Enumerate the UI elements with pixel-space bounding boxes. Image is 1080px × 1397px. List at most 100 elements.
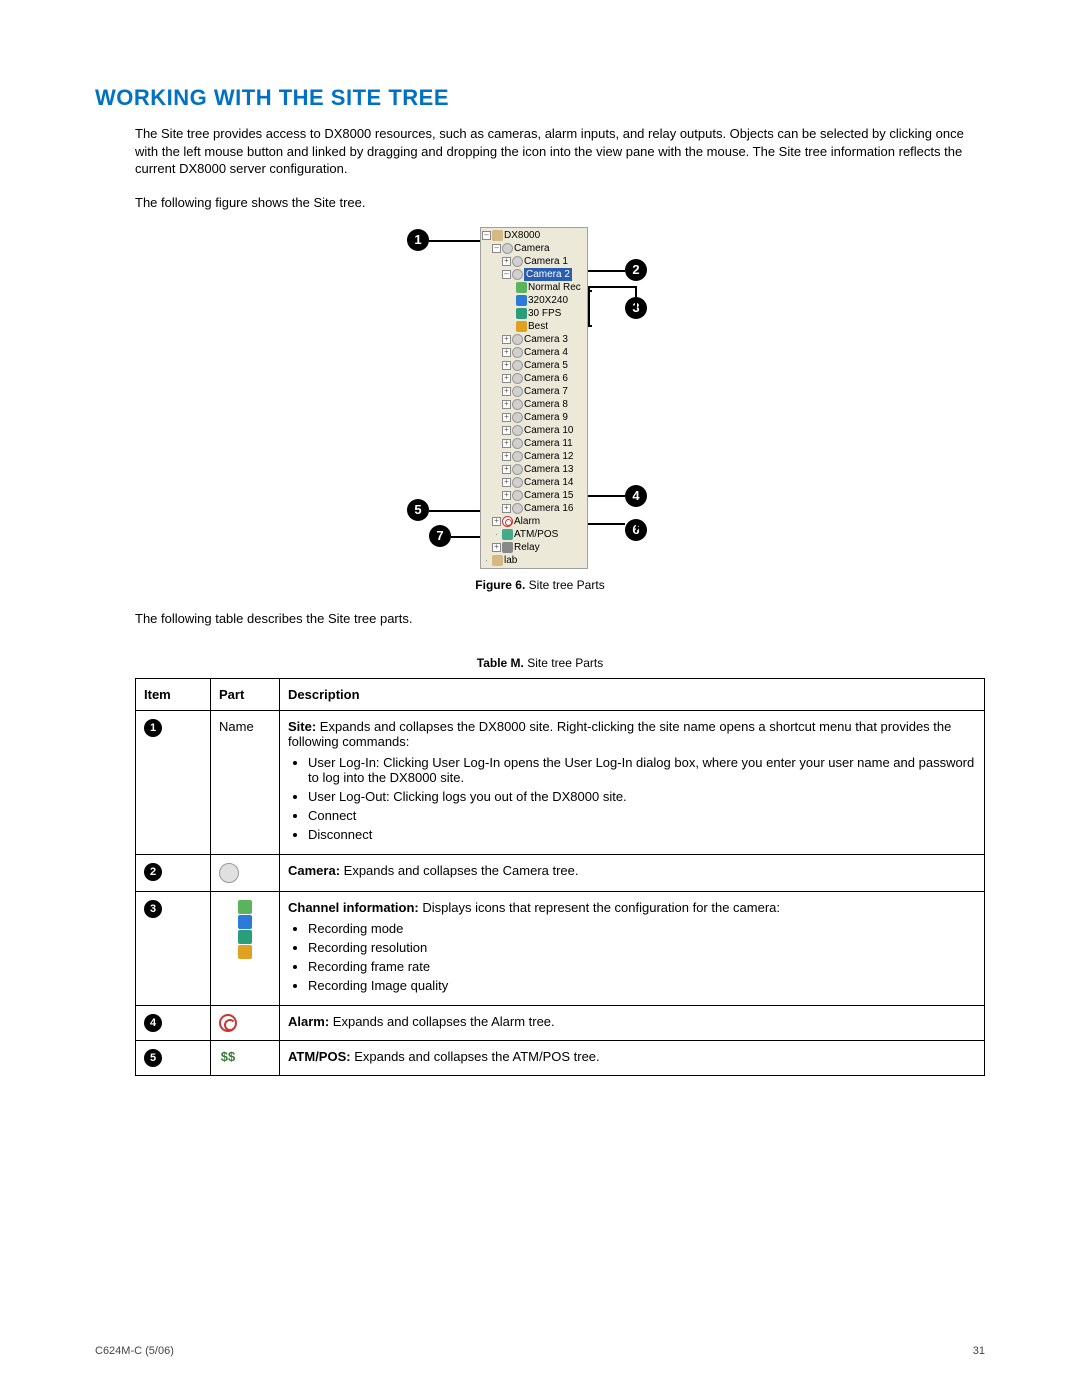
tree-node-relay: +Relay <box>482 541 586 554</box>
item-cell: 3 <box>136 891 211 1005</box>
tree-node-lab: ·lab <box>482 554 586 567</box>
desc-cell: Site: Expands and collapses the DX8000 s… <box>280 710 985 854</box>
camera-icon <box>512 347 523 358</box>
desc-cell: ATM/POS: Expands and collapses the ATM/P… <box>280 1040 985 1075</box>
desc-bullet-list: Recording mode Recording resolution Reco… <box>308 921 976 993</box>
desc-bullet-list: User Log-In: Clicking User Log-In opens … <box>308 755 976 842</box>
fps-icon <box>516 308 527 319</box>
tree-node-camera: +Camera 7 <box>482 385 586 398</box>
rec-mode-icon <box>238 900 252 914</box>
desc-bullet: Recording mode <box>308 921 976 936</box>
tree-node-camera: +Camera 3 <box>482 333 586 346</box>
table-row: 3 Channel information: Displays icons th… <box>136 891 985 1005</box>
tree-node-camera: +Camera 9 <box>482 411 586 424</box>
item-badge-3: 3 <box>144 900 162 918</box>
desc-lead-bold: Camera: <box>288 863 340 878</box>
desc-lead-rest: Expands and collapses the DX8000 site. R… <box>288 719 951 749</box>
camera-icon <box>512 373 523 384</box>
tree-node-root: –DX8000 <box>482 229 586 242</box>
col-header-item: Item <box>136 678 211 710</box>
desc-lead-bold: Channel information: <box>288 900 419 915</box>
camera-icon <box>512 256 523 267</box>
camera-icon <box>512 477 523 488</box>
tree-node-camera-selected: –Camera 2 <box>482 268 586 281</box>
table-row: 4 Alarm: Expands and collapses the Alarm… <box>136 1005 985 1040</box>
document-page: WORKING WITH THE SITE TREE The Site tree… <box>0 0 1080 1397</box>
desc-bullet: Recording Image quality <box>308 978 976 993</box>
site-tree-parts-table: Item Part Description 1 Name Site: Expan… <box>135 678 985 1076</box>
figure-caption-text: Site tree Parts <box>529 578 605 592</box>
tree-node-camera: +Camera 11 <box>482 437 586 450</box>
desc-bullet: Connect <box>308 808 976 823</box>
item-badge-5: 5 <box>144 1049 162 1067</box>
atmpos-icon <box>502 529 513 540</box>
camera-icon <box>512 503 523 514</box>
item-badge-2: 2 <box>144 863 162 881</box>
tree-node-camera: +Camera 13 <box>482 463 586 476</box>
section-heading: WORKING WITH THE SITE TREE <box>95 85 985 111</box>
intro-paragraph: The Site tree provides access to DX8000 … <box>135 125 985 178</box>
camera-icon <box>512 386 523 397</box>
footer-doc-id: C624M-C (5/06) <box>95 1345 174 1357</box>
part-cell: Name <box>211 710 280 854</box>
camera-icon <box>512 360 523 371</box>
tree-node-fps: 30 FPS <box>482 307 586 320</box>
item-cell: 5 <box>136 1040 211 1075</box>
rec-mode-icon <box>516 282 527 293</box>
page-footer: C624M-C (5/06) 31 <box>95 1345 985 1357</box>
desc-lead-rest: Expands and collapses the Camera tree. <box>340 863 578 878</box>
resolution-icon <box>516 295 527 306</box>
camera-icon <box>512 269 523 280</box>
tree-node-camera: +Camera 4 <box>482 346 586 359</box>
site-icon <box>492 230 503 241</box>
camera-icon <box>512 399 523 410</box>
tree-node-atmpos: ·ATM/POS <box>482 528 586 541</box>
desc-cell: Channel information: Displays icons that… <box>280 891 985 1005</box>
desc-lead-bold: Site: <box>288 719 316 734</box>
desc-bullet: User Log-In: Clicking User Log-In opens … <box>308 755 976 785</box>
part-cell <box>211 1005 280 1040</box>
part-cell <box>211 854 280 891</box>
desc-bullet: User Log-Out: Clicking logs you out of t… <box>308 789 976 804</box>
footer-page-number: 31 <box>973 1345 985 1357</box>
col-header-part: Part <box>211 678 280 710</box>
tree-node-resolution: 320X240 <box>482 294 586 307</box>
alarm-icon <box>502 516 513 527</box>
site-icon <box>492 555 503 566</box>
tree-node-camera: +Camera 16 <box>482 502 586 515</box>
item-badge-1: 1 <box>144 719 162 737</box>
col-header-desc: Description <box>280 678 985 710</box>
camera-icon <box>219 863 239 883</box>
alarm-icon <box>219 1014 237 1032</box>
tree-node-quality: Best <box>482 320 586 333</box>
part-cell <box>211 891 280 1005</box>
channel-icon-stack <box>219 900 271 959</box>
camera-group-icon <box>502 243 513 254</box>
tree-node-camera: +Camera 14 <box>482 476 586 489</box>
camera-icon <box>512 412 523 423</box>
intro-paragraph-2: The following figure shows the Site tree… <box>135 194 985 212</box>
item-cell: 2 <box>136 854 211 891</box>
table-row: 5 ATM/POS: Expands and collapses the ATM… <box>136 1040 985 1075</box>
figure-caption: Figure 6. Site tree Parts <box>95 578 985 592</box>
desc-cell: Camera: Expands and collapses the Camera… <box>280 854 985 891</box>
site-tree-diagram: 1 2 3 4 5 6 7 –DX8000 –Camera +Cam <box>425 227 655 565</box>
relay-icon <box>502 542 513 553</box>
table-row: 1 Name Site: Expands and collapses the D… <box>136 710 985 854</box>
after-figure-paragraph: The following table describes the Site t… <box>135 610 985 628</box>
site-tree-panel: –DX8000 –Camera +Camera 1 –Camera 2 Norm… <box>480 227 588 569</box>
atmpos-icon <box>219 1049 237 1067</box>
camera-icon <box>512 425 523 436</box>
quality-icon <box>516 321 527 332</box>
tree-node-camera: +Camera 10 <box>482 424 586 437</box>
camera-icon <box>512 451 523 462</box>
tree-node-camera: +Camera 8 <box>482 398 586 411</box>
tree-node-camera: +Camera 12 <box>482 450 586 463</box>
camera-icon <box>512 334 523 345</box>
table-row: 2 Camera: Expands and collapses the Came… <box>136 854 985 891</box>
table-caption: Table M. Site tree Parts <box>95 656 985 670</box>
desc-lead-bold: ATM/POS: <box>288 1049 351 1064</box>
item-badge-4: 4 <box>144 1014 162 1032</box>
desc-bullet: Disconnect <box>308 827 976 842</box>
tree-node-camera: +Camera 15 <box>482 489 586 502</box>
